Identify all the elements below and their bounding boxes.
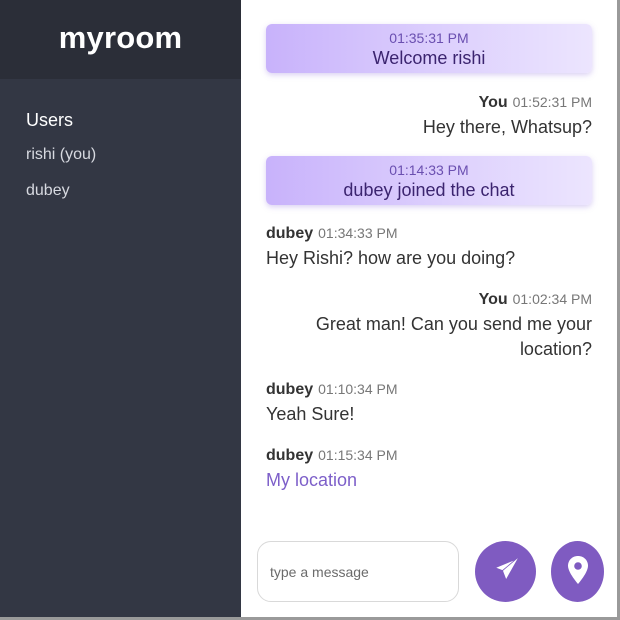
message-text: Yeah Sure! <box>266 404 355 424</box>
message-text-line: Great man! Can you send me your <box>315 314 592 334</box>
chat-message-mine: You 01:52:31 PM Hey there, Whatsup? <box>266 94 592 140</box>
room-title: myroom <box>58 19 183 55</box>
chat-message-other: dubey 01:10:34 PM Yeah Sure! <box>266 381 592 427</box>
message-time: 01:02:34 PM <box>512 291 592 307</box>
message-author: You <box>478 291 508 308</box>
message-time: 01:10:34 PM <box>318 381 398 397</box>
user-list-item-rishi: rishi (you) <box>26 146 97 163</box>
message-time: 01:35:31 PM <box>389 30 469 46</box>
app-window: myroom Users rishi (you) dubey 01:35:31 … <box>0 0 620 620</box>
users-heading: Users <box>26 110 74 130</box>
chat-panel: 01:35:31 PM Welcome rishi You 01:52:31 PM… <box>241 0 617 617</box>
chat-message-location: dubey 01:15:34 PM My location <box>266 447 592 493</box>
send-location-button[interactable] <box>551 541 604 602</box>
message-author: dubey <box>266 447 314 464</box>
message-meta: You 01:52:31 PM <box>266 94 592 112</box>
system-message: 01:14:33 PM dubey joined the chat <box>266 156 592 205</box>
message-author: dubey <box>266 381 314 398</box>
room-header: myroom <box>0 0 241 79</box>
paper-plane-icon <box>491 555 521 588</box>
message-composer <box>257 541 620 603</box>
message-time: 01:52:31 PM <box>512 94 592 110</box>
message-text: Welcome rishi <box>372 48 486 68</box>
message-input[interactable] <box>257 541 459 602</box>
message-author: dubey <box>266 225 314 242</box>
message-time: 01:34:33 PM <box>318 225 398 241</box>
message-text: Great man! Can you send me your location… <box>266 312 592 362</box>
chat-message-other: dubey 01:34:33 PM Hey Rishi? how are you … <box>266 225 592 271</box>
location-link[interactable]: My location <box>266 468 592 493</box>
message-text: Hey Rishi? how are you doing? <box>266 248 516 268</box>
message-meta: dubey 01:10:34 PM <box>266 381 592 399</box>
message-text: Hey there, Whatsup? <box>422 117 592 137</box>
message-text-line: location? <box>519 339 592 359</box>
system-message: 01:35:31 PM Welcome rishi <box>266 24 592 73</box>
message-author: You <box>478 94 508 111</box>
user-list: rishi (you) dubey <box>26 145 241 217</box>
message-text: dubey joined the chat <box>343 180 515 200</box>
message-time: 01:14:33 PM <box>389 162 469 178</box>
location-pin-icon <box>566 555 590 588</box>
message-meta: dubey 01:15:34 PM <box>266 447 592 465</box>
message-time: 01:15:34 PM <box>318 447 398 463</box>
send-button[interactable] <box>475 541 536 602</box>
user-list-item-dubey: dubey <box>26 182 70 199</box>
chat-message-mine: You 01:02:34 PM Great man! Can you send m… <box>266 291 592 362</box>
message-meta: dubey 01:34:33 PM <box>266 225 592 243</box>
message-meta: You 01:02:34 PM <box>266 291 592 309</box>
sidebar: myroom Users rishi (you) dubey <box>0 0 241 617</box>
